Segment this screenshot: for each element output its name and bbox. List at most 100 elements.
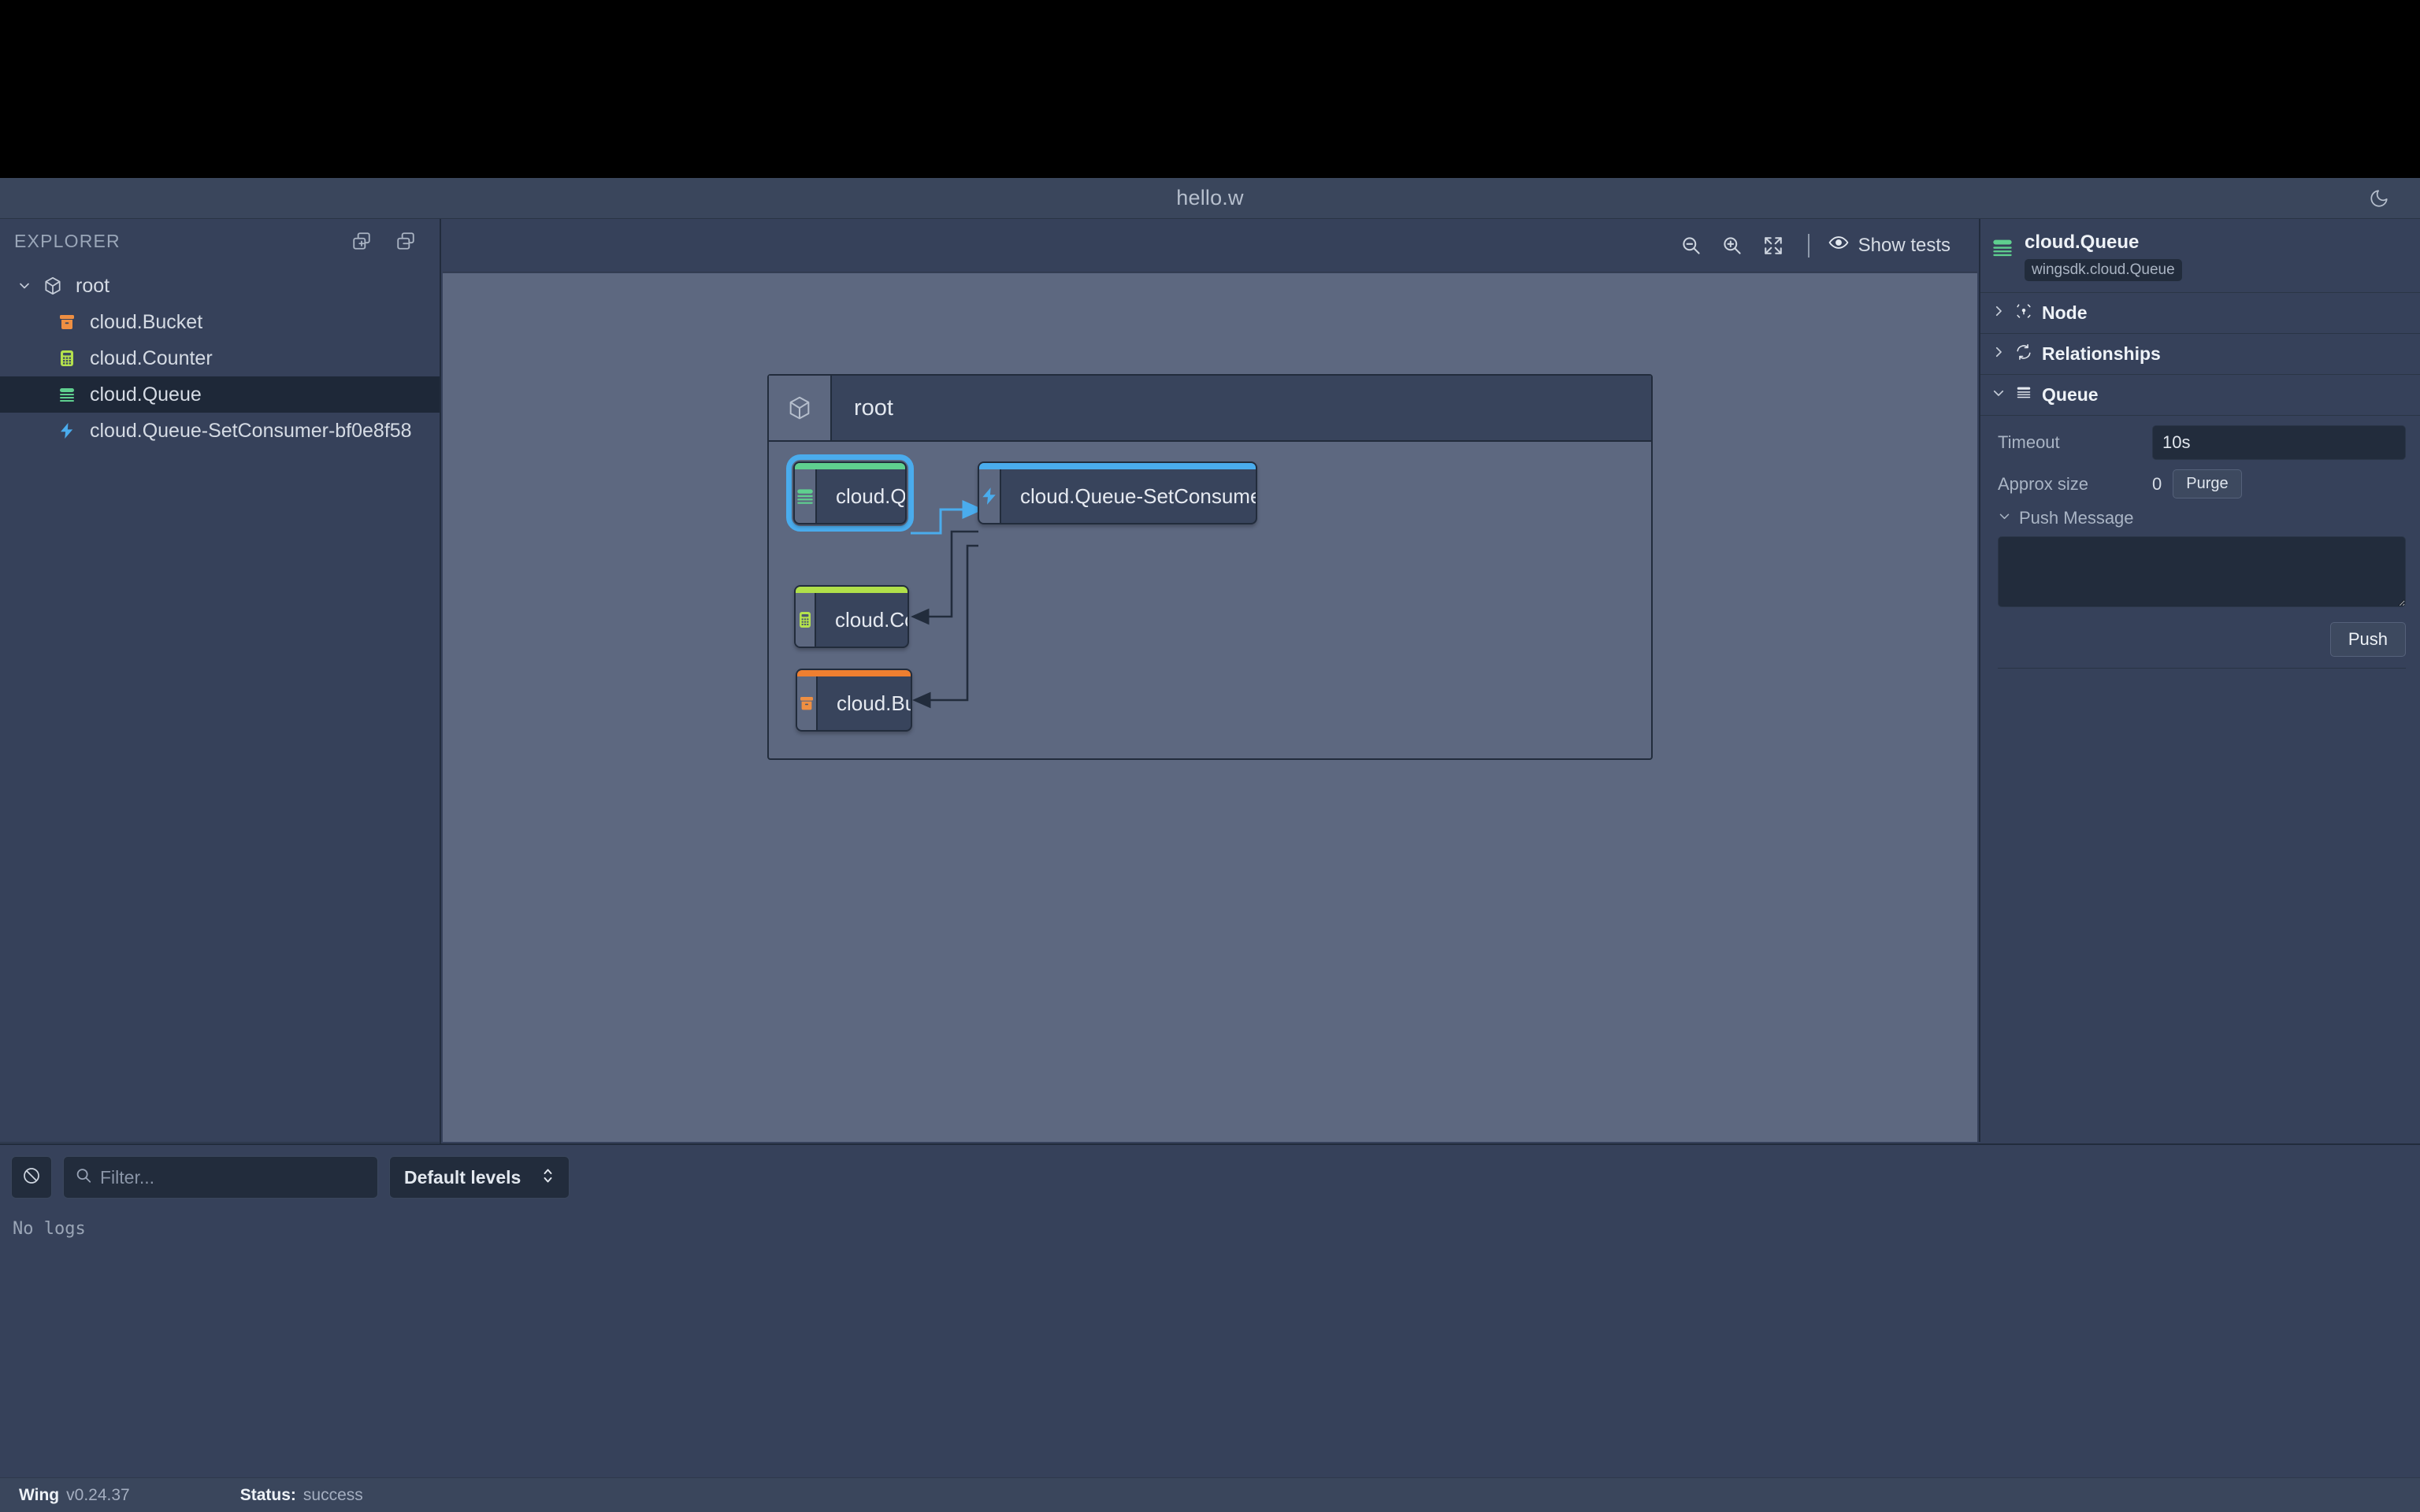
- clear-logs-button[interactable]: [11, 1156, 52, 1199]
- logs-filter-box[interactable]: [63, 1156, 378, 1199]
- logs-toolbar: Default levels: [0, 1145, 2420, 1208]
- inspector-section-node[interactable]: Node: [1980, 292, 2420, 333]
- log-levels-label: Default levels: [404, 1167, 521, 1188]
- push-button[interactable]: Push: [2330, 622, 2406, 657]
- logs-filter-input[interactable]: [100, 1167, 377, 1188]
- canvas-toolbar: Show tests: [443, 219, 1977, 272]
- zoom-in-icon[interactable]: [1712, 228, 1753, 263]
- canvas-node-label: cloud.Counter: [816, 587, 909, 647]
- app-root: hello.w EXPLORER: [0, 0, 2420, 1512]
- expand-all-icon[interactable]: [348, 228, 375, 254]
- tree-item-label: cloud.Counter: [90, 347, 213, 370]
- status-value: success: [303, 1486, 363, 1505]
- canvas-node-cloud-bucket[interactable]: cloud.Bucket: [796, 669, 912, 732]
- counter-icon: [52, 349, 82, 368]
- canvas-panel: Show tests root: [443, 219, 1977, 1142]
- explorer-panel: EXPLORER: [0, 219, 441, 1142]
- canvas-node-cloud-queue-setconsumer[interactable]: cloud.Queue-SetConsumer-bf0e8f58: [978, 461, 1257, 524]
- canvas-node-cloud-counter[interactable]: cloud.Counter: [794, 585, 909, 648]
- status-bar: Wing v0.24.37 Status: success: [0, 1477, 2420, 1512]
- status-label: Status:: [240, 1486, 296, 1505]
- inspector-title: cloud.Queue: [2025, 232, 2182, 254]
- chevron-right-icon[interactable]: [1991, 345, 2006, 363]
- timeout-label: Timeout: [1998, 432, 2152, 453]
- tree-item-root[interactable]: root: [0, 268, 440, 304]
- canvas-node-label: cloud.Queue-SetConsumer-bf0e8f58: [1001, 463, 1257, 523]
- purge-button[interactable]: Purge: [2173, 469, 2241, 498]
- inspector-section-relationships[interactable]: Relationships: [1980, 333, 2420, 374]
- bucket-icon: [52, 313, 82, 332]
- letterbox-top: [0, 0, 2420, 178]
- root-container-node[interactable]: root: [767, 374, 1653, 760]
- logs-empty-message: No logs: [0, 1208, 2420, 1239]
- cube-icon: [769, 376, 832, 440]
- push-message-header[interactable]: Push Message: [1998, 508, 2406, 528]
- node-accent-bar: [796, 587, 908, 593]
- push-message-textarea[interactable]: [1998, 536, 2406, 607]
- node-accent-bar: [795, 463, 905, 469]
- approx-size-label: Approx size: [1998, 474, 2152, 495]
- chevron-down-icon[interactable]: [11, 278, 38, 294]
- show-tests-label: Show tests: [1858, 235, 1950, 257]
- chevron-down-icon[interactable]: [1998, 510, 2011, 527]
- inspector-panel: cloud.Queue wingsdk.cloud.Queue Node: [1979, 219, 2420, 1142]
- explorer-title: EXPLORER: [14, 231, 121, 252]
- relationships-icon: [2015, 343, 2032, 365]
- log-levels-select[interactable]: Default levels: [389, 1156, 570, 1199]
- eye-icon: [1828, 234, 1849, 257]
- zoom-out-icon[interactable]: [1671, 228, 1712, 263]
- cube-icon: [38, 276, 68, 296]
- inspector-section-queue[interactable]: Queue: [1980, 374, 2420, 415]
- main-body: EXPLORER: [0, 219, 2420, 1512]
- app-name: Wing: [19, 1486, 59, 1505]
- tree-item-label: cloud.Bucket: [90, 311, 202, 334]
- chevron-right-icon[interactable]: [1991, 304, 2006, 322]
- ban-icon: [22, 1166, 41, 1189]
- queue-icon: [52, 385, 82, 404]
- tree-item-label: cloud.Queue-SetConsumer-bf0e8f58: [90, 420, 412, 443]
- approx-size-value: 0: [2152, 474, 2162, 495]
- function-icon: [979, 463, 1001, 523]
- search-icon: [75, 1167, 92, 1188]
- title-bar: hello.w: [0, 178, 2420, 219]
- tree-item-cloud-queue[interactable]: cloud.Queue: [0, 376, 440, 413]
- queue-section-body: Timeout Approx size 0 Purge Push Message: [1980, 415, 2420, 676]
- function-icon: [52, 421, 82, 440]
- root-node-header: root: [769, 376, 1651, 442]
- queue-icon: [1991, 232, 2014, 262]
- queue-icon: [795, 463, 817, 523]
- app-version: v0.24.37: [66, 1486, 130, 1505]
- tree-item-label: root: [76, 275, 109, 298]
- chevron-down-icon[interactable]: [1991, 386, 2006, 404]
- node-accent-bar: [979, 463, 1256, 469]
- inspector-divider: [1998, 668, 2406, 669]
- inspector-section-label: Relationships: [2042, 343, 2161, 365]
- canvas-node-label: cloud.Queue: [817, 463, 907, 523]
- chevron-updown-icon: [541, 1166, 555, 1189]
- architecture-canvas[interactable]: root: [443, 273, 1977, 1142]
- explorer-tree: root cloud.Bucket cloud.Counter: [0, 263, 440, 449]
- moon-icon[interactable]: [2363, 183, 2395, 214]
- tree-item-cloud-bucket[interactable]: cloud.Bucket: [0, 304, 440, 340]
- root-node-label: root: [832, 376, 893, 440]
- status-version: Wing v0.24.37: [19, 1486, 130, 1505]
- fit-to-screen-icon[interactable]: [1753, 228, 1794, 263]
- push-message-label: Push Message: [2019, 508, 2134, 528]
- toolbar-separator: [1808, 234, 1809, 258]
- tree-item-cloud-counter[interactable]: cloud.Counter: [0, 340, 440, 376]
- logs-panel: Default levels No logs: [0, 1143, 2420, 1512]
- queue-icon: [2015, 384, 2032, 406]
- counter-icon: [796, 587, 816, 647]
- inspector-header: cloud.Queue wingsdk.cloud.Queue: [1980, 219, 2420, 292]
- explorer-header: EXPLORER: [0, 219, 440, 263]
- node-accent-bar: [797, 670, 911, 676]
- show-tests-toggle[interactable]: Show tests: [1824, 231, 1955, 260]
- canvas-node-cloud-queue[interactable]: cloud.Queue: [793, 461, 907, 524]
- collapse-all-icon[interactable]: [392, 228, 419, 254]
- inspector-section-label: Queue: [2042, 384, 2099, 406]
- timeout-input[interactable]: [2152, 425, 2406, 460]
- bucket-icon: [797, 670, 818, 730]
- approx-size-row: Approx size 0 Purge: [1998, 469, 2406, 498]
- timeout-row: Timeout: [1998, 425, 2406, 460]
- tree-item-cloud-queue-setconsumer[interactable]: cloud.Queue-SetConsumer-bf0e8f58: [0, 413, 440, 449]
